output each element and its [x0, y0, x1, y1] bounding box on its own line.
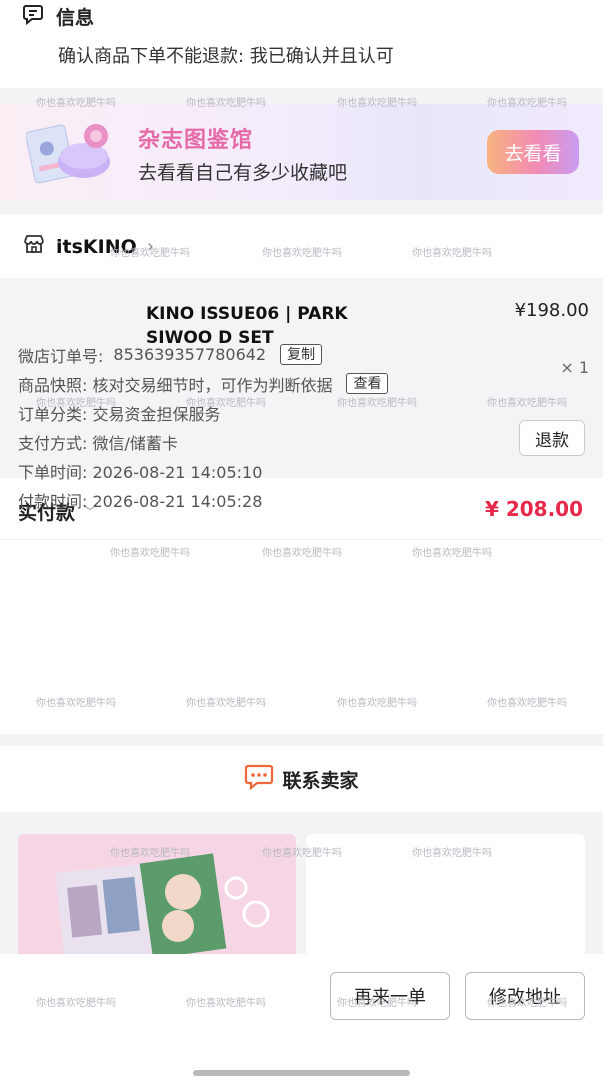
order-number: 853639357780642: [113, 345, 267, 364]
view-snapshot-button[interactable]: 查看: [346, 373, 389, 394]
info-header: 信息: [22, 2, 94, 31]
banner-title: 杂志图鉴馆: [138, 128, 254, 153]
order-details: 微店订单号: 853639357780642 复制 商品快照: 核对交易细节时，…: [18, 340, 389, 514]
recommendation-card[interactable]: [306, 834, 585, 964]
product-quantity: × 1: [560, 358, 589, 377]
home-indicator[interactable]: [193, 1070, 410, 1076]
info-section: 信息 确认商品下单不能退款: 我已确认并且认可: [0, 0, 603, 88]
recommendation-card[interactable]: [18, 834, 296, 964]
payment-time: 付款时间: 2026-08-21 14:05:28: [18, 491, 263, 511]
snapshot-row: 商品快照: 核对交易细节时，可作为判断依据 查看: [18, 369, 389, 398]
go-see-button[interactable]: 去看看: [487, 130, 579, 174]
paid-amount: ¥ 208.00: [484, 497, 583, 521]
store-icon: [22, 232, 46, 261]
refund-button[interactable]: 退款: [519, 420, 585, 456]
order-time: 下单时间: 2026-08-21 14:05:10: [18, 462, 263, 482]
shop-header[interactable]: itsKINO ›: [22, 232, 154, 261]
info-text: 确认商品下单不能退款: 我已确认并且认可: [58, 46, 394, 67]
order-number-label: 微店订单号:: [18, 346, 104, 366]
reorder-button[interactable]: 再来一单: [330, 972, 450, 1020]
snapshot-text: 商品快照: 核对交易细节时，可作为判断依据: [18, 375, 333, 395]
magazine-banner[interactable]: 杂志图鉴馆 去看看自己有多少收藏吧 去看看: [0, 104, 603, 200]
order-number-row: 微店订单号: 853639357780642 复制: [18, 340, 388, 369]
copy-button[interactable]: 复制: [280, 344, 323, 365]
banner-subtitle: 去看看自己有多少收藏吧: [138, 162, 348, 184]
bottom-action-bar: 再来一单 修改地址: [0, 954, 603, 1089]
contact-seller-label: 联系卖家: [282, 769, 359, 792]
magazine-collection-art: [25, 120, 118, 190]
message-icon: [22, 2, 46, 31]
contact-seller-button[interactable]: 联系卖家: [0, 746, 603, 812]
shop-name: itsKINO: [56, 235, 137, 258]
modify-address-button[interactable]: 修改地址: [465, 972, 585, 1020]
info-title: 信息: [56, 7, 95, 29]
product-price: ¥198.00: [514, 300, 589, 321]
chevron-right-icon: ›: [146, 236, 154, 257]
order-category: 订单分类: 交易资金担保服务: [18, 404, 221, 424]
chat-icon: [244, 763, 274, 796]
payment-method: 支付方式: 微信/储蓄卡: [18, 433, 178, 453]
recommendation-cards: [0, 822, 603, 964]
magazine-cover-image: [18, 834, 296, 964]
